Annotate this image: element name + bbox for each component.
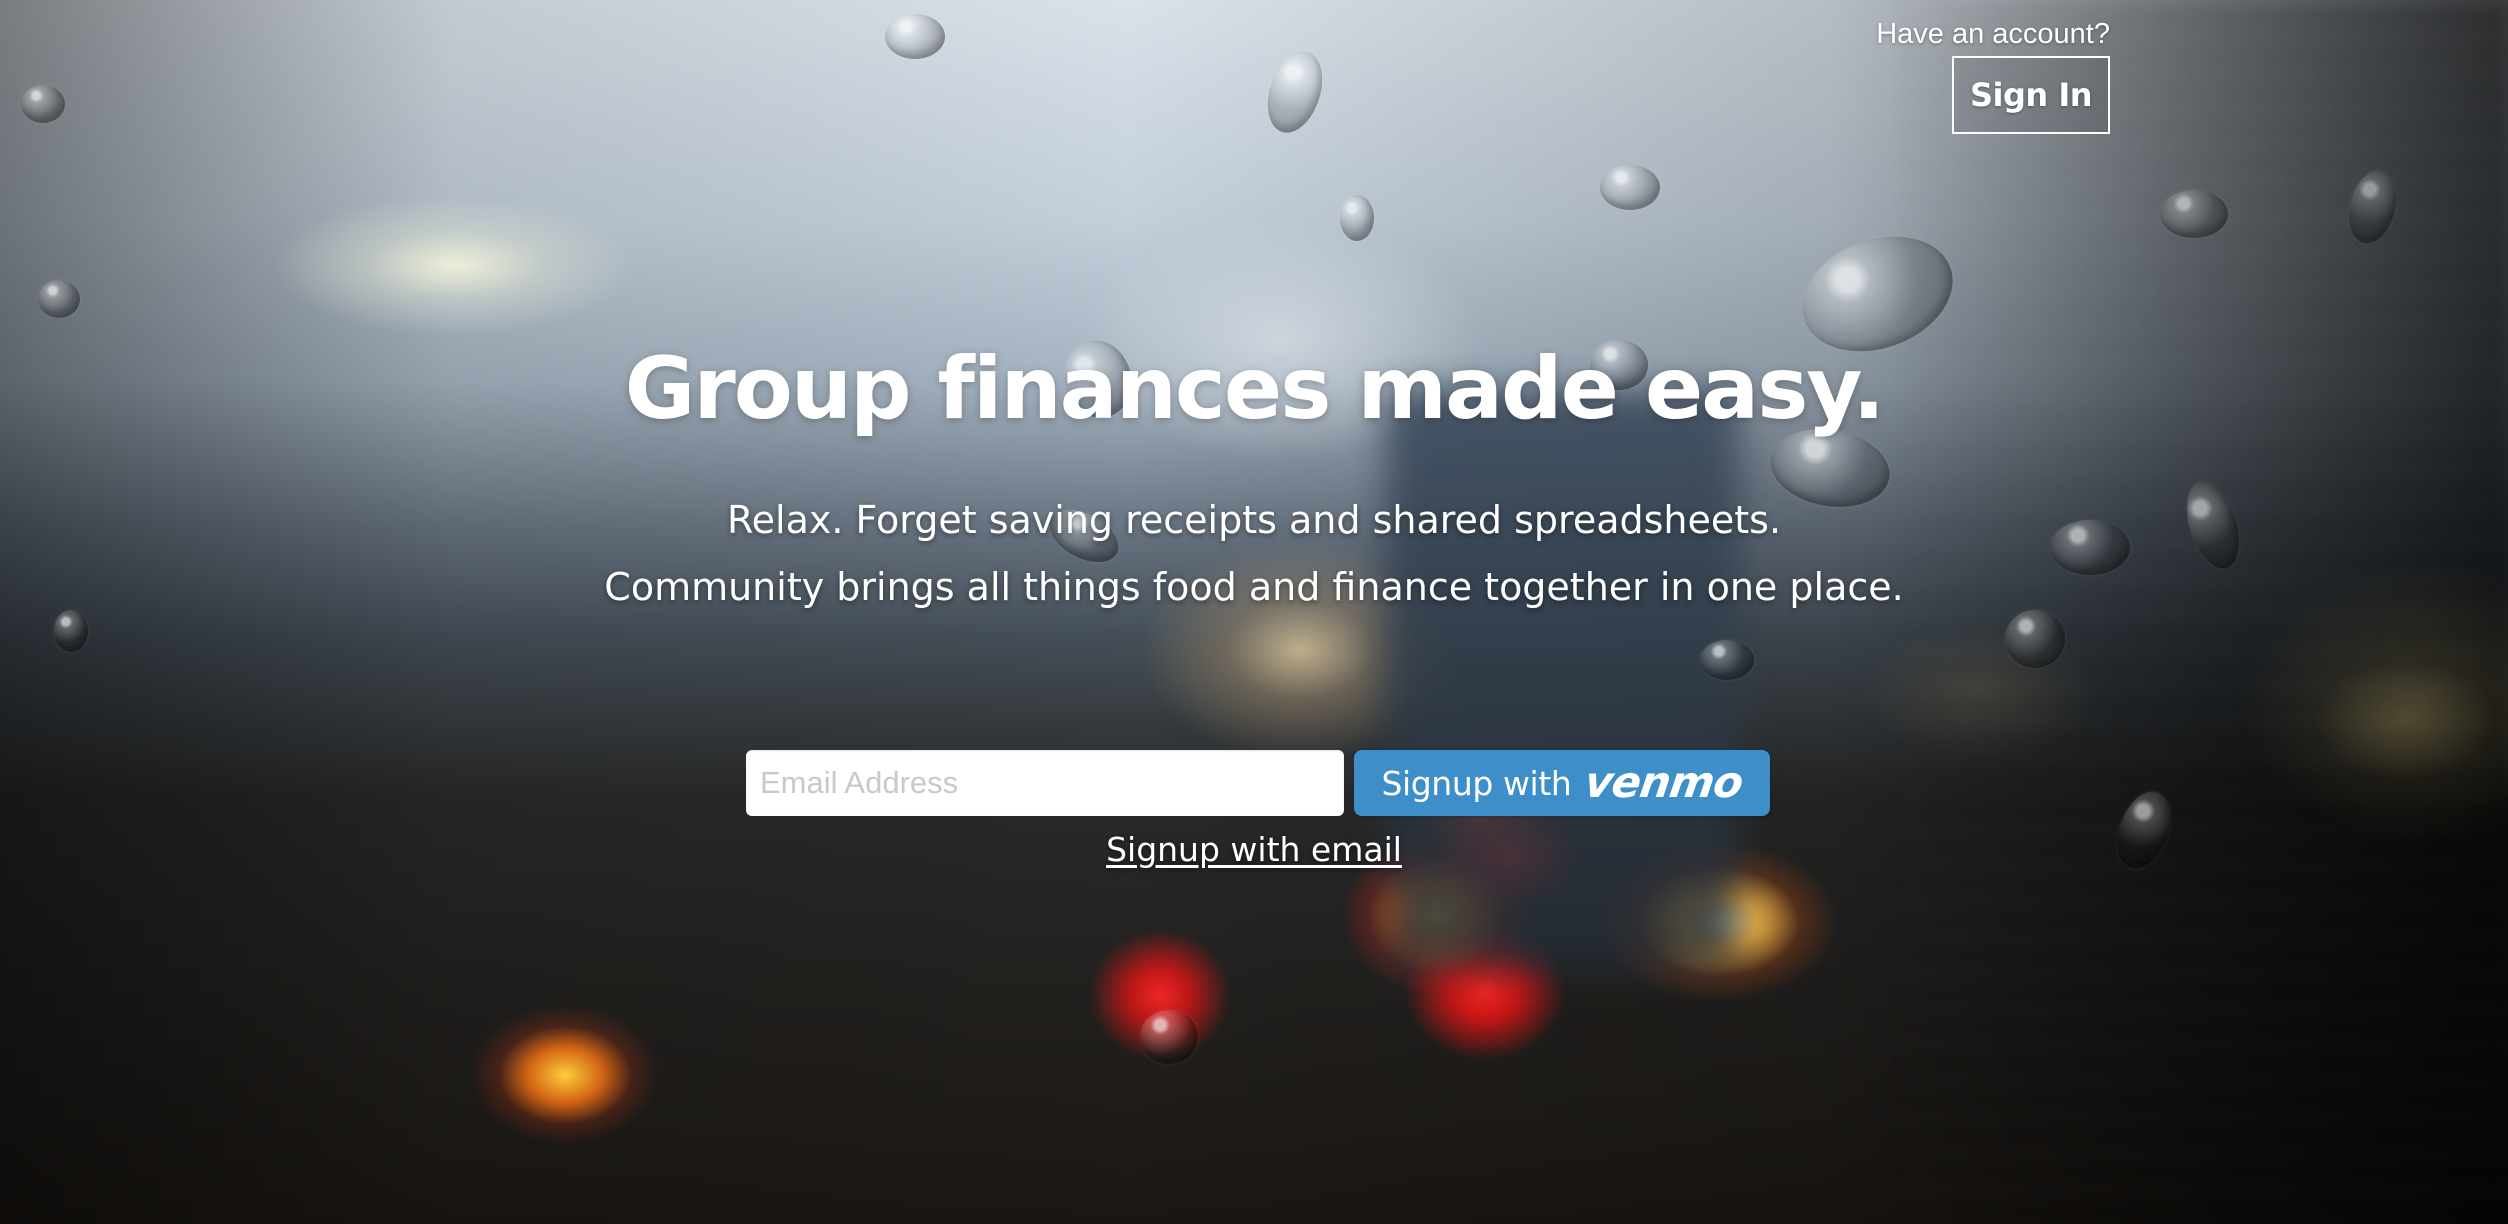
raindrop-icon [1140,1010,1198,1064]
hero-section: Group finances made easy. Relax. Forget … [0,335,2508,621]
signup-with-email-link[interactable]: Signup with email [0,830,2508,869]
raindrop-icon [1340,195,1374,241]
raindrop-icon [885,14,945,59]
raindrop-icon [1258,44,1332,140]
landing-page: Have an account? Sign In Group finances … [0,0,2508,1224]
signup-with-venmo-button[interactable]: Signup with venmo [1354,750,1770,816]
venmo-button-label: Signup with [1381,763,1572,803]
raindrop-icon [38,280,80,318]
account-prompt: Have an account? [1876,18,2110,50]
email-field[interactable] [746,750,1344,816]
page-title: Group finances made easy. [624,339,1885,439]
sign-in-button[interactable]: Sign In [1952,56,2110,134]
account-area: Have an account? Sign In [1863,18,2110,134]
hero-description-line-2: Community brings all things food and fin… [604,565,1904,609]
venmo-logo: venmo [1581,758,1747,808]
signup-form: Signup with venmo [746,750,1772,818]
hero-description: Relax. Forget saving receipts and shared… [0,487,2508,621]
raindrop-icon [21,85,65,123]
raindrop-icon [2160,190,2228,238]
raindrop-icon [2341,165,2404,249]
hero-description-line-1: Relax. Forget saving receipts and shared… [726,498,1782,542]
raindrop-icon [1700,640,1754,680]
raindrop-icon [1600,165,1660,210]
